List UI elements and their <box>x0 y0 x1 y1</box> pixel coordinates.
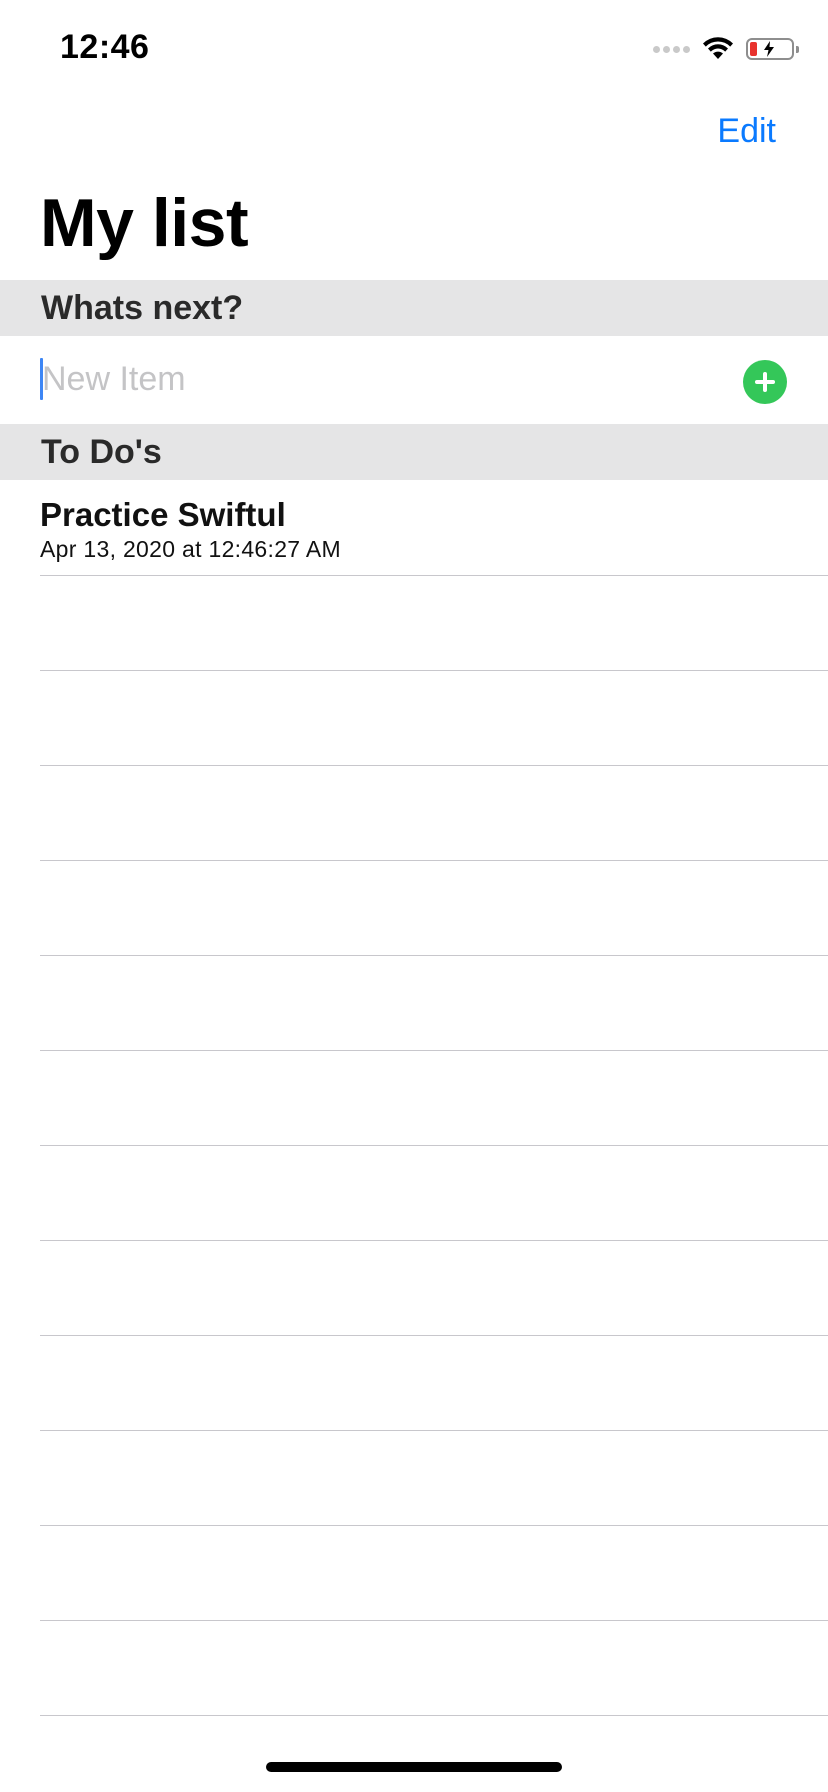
row-separator <box>40 955 828 956</box>
row-separator <box>40 1145 828 1146</box>
row-separator <box>40 860 828 861</box>
wifi-icon <box>703 37 733 59</box>
row-separator <box>40 1620 828 1621</box>
page-title: My list <box>40 185 249 261</box>
row-separator <box>40 765 828 766</box>
edit-button[interactable]: Edit <box>717 112 776 151</box>
status-icons <box>653 34 799 64</box>
list-item[interactable]: Practice Swiftul Apr 13, 2020 at 12:46:2… <box>0 480 828 575</box>
row-separator <box>40 1240 828 1241</box>
todo-date: Apr 13, 2020 at 12:46:27 AM <box>40 536 341 562</box>
signal-dots-icon <box>653 45 690 53</box>
section-header-label: To Do's <box>41 432 162 471</box>
battery-charging-icon <box>746 38 799 60</box>
plus-circle-icon[interactable] <box>743 360 787 404</box>
row-separator <box>40 670 828 671</box>
section-header-todos: To Do's <box>0 424 828 480</box>
row-separator <box>40 1430 828 1431</box>
row-separator <box>40 1525 828 1526</box>
home-indicator <box>266 1762 562 1772</box>
section-header-label: Whats next? <box>41 288 244 327</box>
row-separator <box>40 575 828 576</box>
todo-title: Practice Swiftul <box>40 496 286 533</box>
new-item-input[interactable] <box>42 354 692 404</box>
row-separator <box>40 1335 828 1336</box>
new-item-row <box>0 336 828 424</box>
section-header-whats-next: Whats next? <box>0 280 828 336</box>
row-separator <box>40 1050 828 1051</box>
row-separator <box>40 1715 828 1716</box>
status-time: 12:46 <box>60 28 150 66</box>
status-bar: 12:46 <box>0 0 828 100</box>
